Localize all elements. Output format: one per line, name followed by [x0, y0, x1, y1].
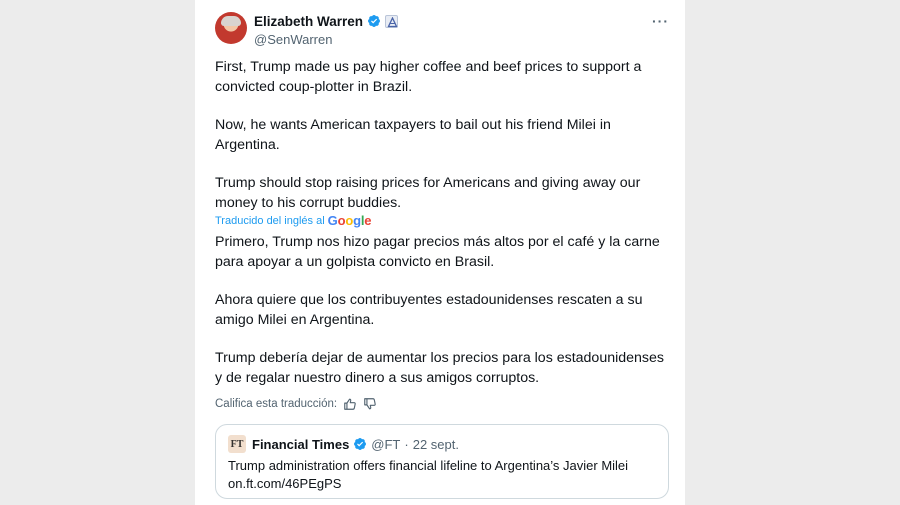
verified-badge-icon [368, 15, 381, 27]
translation-paragraph-2: Ahora quiere que los contribuyentes esta… [215, 292, 643, 328]
quoted-author-name[interactable]: Financial Times [252, 437, 349, 452]
rate-translation: Califica esta traducción: [215, 397, 377, 411]
tweet-card: Elizabeth Warren @SenWarren ··· First, T… [195, 0, 685, 505]
author-avatar[interactable] [215, 12, 247, 44]
author-handle[interactable]: @SenWarren [254, 32, 398, 47]
quoted-tweet-header: FT Financial Times @FT · 22 sept. [228, 435, 656, 453]
author-name[interactable]: Elizabeth Warren [254, 14, 363, 29]
translation-label: Traducido del inglés al [215, 214, 325, 227]
more-options-icon[interactable]: ··· [652, 13, 669, 29]
translation-paragraph-1: Primero, Trump nos hizo pagar precios má… [215, 234, 660, 270]
tweet-paragraph-3: Trump should stop raising prices for Ame… [215, 175, 641, 211]
ft-logo: FT [228, 435, 246, 453]
tweet-paragraph-1: First, Trump made us pay higher coffee a… [215, 59, 642, 95]
quoted-date[interactable]: 22 sept. [413, 437, 459, 452]
thumbs-down-icon[interactable] [363, 397, 377, 411]
government-badge-icon [385, 14, 399, 28]
author-block: Elizabeth Warren @SenWarren [254, 12, 399, 47]
tweet-paragraph-2: Now, he wants American taxpayers to bail… [215, 117, 611, 153]
author-name-row: Elizabeth Warren [254, 12, 399, 30]
quoted-separator: · [404, 436, 409, 452]
rate-translation-label: Califica esta traducción: [215, 398, 338, 410]
quoted-link[interactable]: on.ft.com/46PEgPS [228, 475, 656, 493]
thumbs-up-icon[interactable] [343, 397, 357, 411]
translation-paragraph-3: Trump debería dejar de aumentar los prec… [215, 350, 665, 386]
translation-attribution[interactable]: Traducido del inglés al Google [215, 213, 371, 228]
quoted-tweet[interactable]: FT Financial Times @FT · 22 sept. Trump … [215, 424, 669, 499]
google-logo: Google [327, 213, 372, 228]
quoted-author-handle[interactable]: @FT [371, 437, 400, 452]
quoted-headline: Trump administration offers financial li… [228, 458, 629, 473]
verified-badge-icon [354, 438, 367, 450]
